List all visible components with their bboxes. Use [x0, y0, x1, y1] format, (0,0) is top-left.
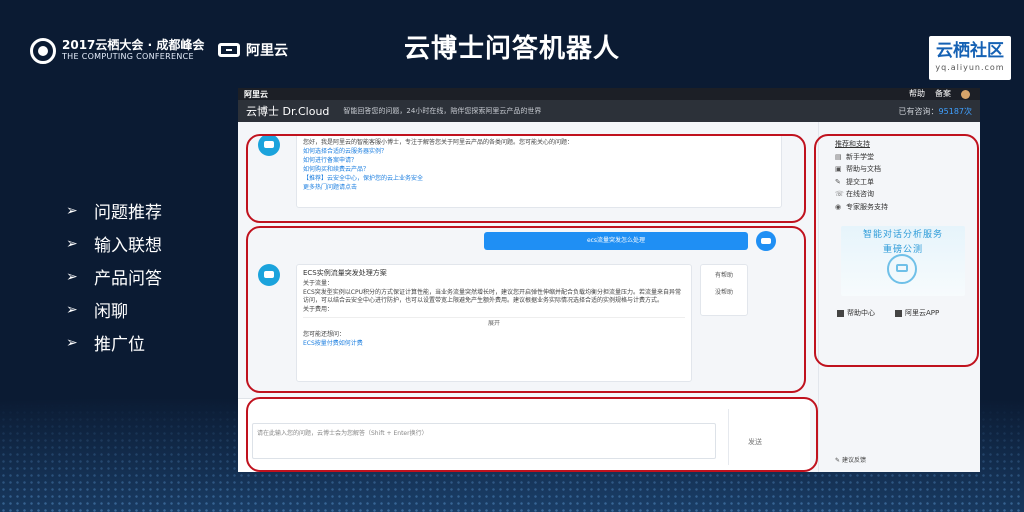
highlight-recommend	[246, 134, 806, 223]
app-topbar: 阿里云 帮助 备案	[238, 88, 980, 100]
slide-title: 云博士问答机器人	[403, 34, 620, 64]
feature-label: 问题推荐	[94, 203, 162, 223]
feature-item: ➢ 产品问答	[66, 260, 162, 293]
feedback-link[interactable]: ✎ 建议反馈	[835, 455, 866, 464]
topbar-logo[interactable]: 阿里云	[244, 89, 268, 100]
yunqi-url: yq.aliyun.com	[935, 63, 1005, 72]
app-header: 云博士 Dr.Cloud 智能回答您的问题，24小时在线，陪伴您探索阿里云产品的…	[238, 100, 980, 122]
consult-count-label: 已有咨询：	[898, 106, 939, 116]
avatar[interactable]	[961, 89, 970, 99]
topbar-link-help[interactable]: 帮助	[909, 88, 925, 100]
feature-item: ➢ 输入联想	[66, 227, 162, 260]
arrow-icon: ➢	[66, 235, 78, 252]
feature-item: ➢ 闲聊	[66, 293, 162, 326]
feature-item: ➢ 推广位	[66, 326, 162, 359]
bot-slogan: 智能回答您的问题，24小时在线，陪伴您探索阿里云产品的世界	[343, 107, 542, 115]
feature-list: ➢ 问题推荐 ➢ 输入联想 ➢ 产品问答 ➢ 闲聊 ➢ 推广位	[66, 194, 162, 359]
highlight-answer	[246, 226, 806, 393]
consult-count: 已有咨询：95187次	[899, 106, 972, 117]
arrow-icon: ➢	[66, 268, 78, 285]
highlight-input	[246, 397, 818, 472]
feature-label: 推广位	[94, 335, 145, 355]
bot-name: 云博士 Dr.Cloud	[246, 105, 330, 118]
feature-item: ➢ 问题推荐	[66, 194, 162, 227]
feedback-link-label: 建议反馈	[841, 457, 866, 464]
arrow-icon: ➢	[66, 334, 78, 351]
topbar-link-beian[interactable]: 备案	[935, 88, 951, 100]
yunqi-name: 云栖社区	[936, 41, 1004, 61]
highlight-sidebar	[814, 134, 979, 367]
feature-label: 产品问答	[94, 269, 162, 289]
feature-label: 输入联想	[94, 236, 162, 256]
yunqi-logo: 云栖社区 yq.aliyun.com	[929, 36, 1011, 80]
arrow-icon: ➢	[66, 301, 78, 318]
feature-label: 闲聊	[94, 302, 128, 322]
arrow-icon: ➢	[66, 202, 78, 219]
consult-count-value: 95187次	[938, 106, 972, 116]
